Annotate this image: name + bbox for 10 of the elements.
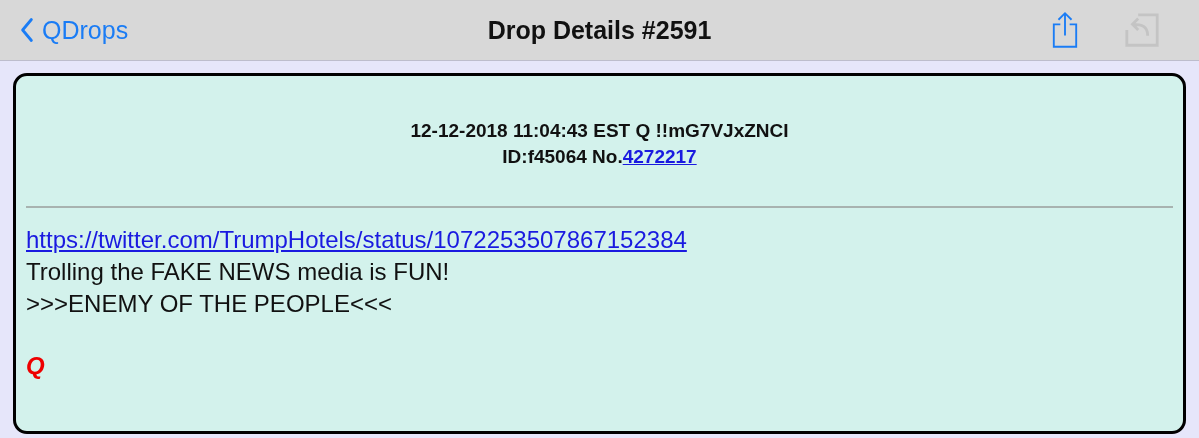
chevron-left-icon[interactable] (20, 17, 34, 43)
share-button[interactable] (1051, 11, 1079, 49)
screen-title: Drop Details #2591 (487, 15, 712, 45)
drop-text: Trolling the FAKE NEWS media is FUN! (26, 257, 450, 287)
drop-header: 12-12-2018 11:04:43 EST Q !!mG7VJxZNCI (410, 119, 789, 143)
tweet-link[interactable]: https://twitter.com/TrumpHotels/status/1072253507867152384 (26, 224, 687, 256)
drop-text: >>>ENEMY OF THE PEOPLE<<< (26, 289, 392, 319)
signature: Q (26, 351, 45, 381)
post-id: ID:f45064 No. (502, 146, 623, 167)
post-number-link[interactable]: 4272217 (622, 146, 697, 167)
